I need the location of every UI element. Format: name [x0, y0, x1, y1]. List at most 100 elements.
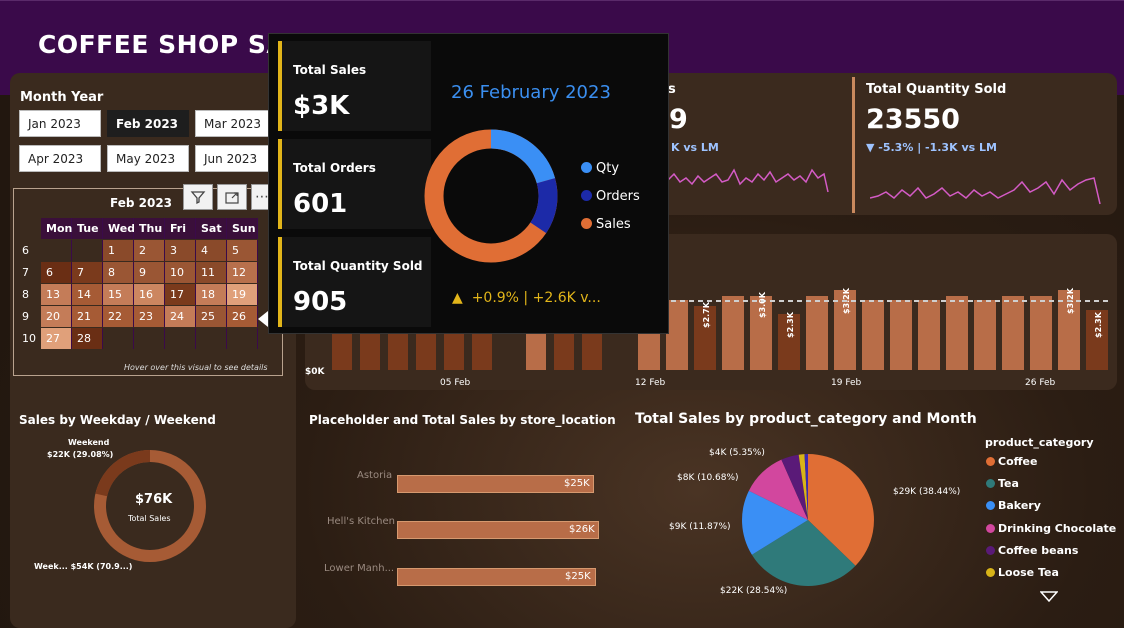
calendar-grid[interactable]: Mon Tue Wed Thu Fri Sat Sun 6 1 2 3 4 5 7 6 7 8 9 10 11 12 8 1… — [19, 218, 258, 350]
calendar-day-cell[interactable]: 16 — [134, 284, 165, 305]
calendar-week-row: 10 27 28 — [19, 328, 258, 350]
tooltip-qty-value: 905 — [293, 287, 348, 317]
calendar-day-cell[interactable]: 20 — [41, 306, 72, 327]
calendar-day-cell[interactable]: 8 — [103, 262, 134, 283]
legend-item-bakery[interactable]: Bakery — [986, 499, 1041, 512]
calendar-day-cell[interactable]: 13 — [41, 284, 72, 305]
calendar-day-cell[interactable]: 5 — [227, 240, 258, 261]
bar-label-5: $3.2K — [1066, 287, 1075, 314]
bar-label-1: $2.7K — [702, 301, 711, 328]
bar-label-3: $2.3K — [786, 311, 795, 338]
x-tick-12feb: 12 Feb — [635, 378, 666, 388]
tooltip-sales-label: Total Sales — [293, 63, 367, 77]
month-button-mar[interactable]: Mar 2023 — [195, 110, 277, 137]
legend-label: Bakery — [998, 499, 1041, 512]
calendar-day-cell[interactable]: 10 — [165, 262, 196, 283]
tooltip-card-orders: Total Orders 601 — [278, 139, 431, 229]
pie-label-tea: $22K (28.54%) — [720, 586, 788, 596]
calendar-title: Feb 2023 — [110, 196, 173, 210]
calendar-day-cell[interactable]: 24 — [165, 306, 196, 327]
calendar-day-header: Thu — [134, 218, 165, 239]
pie-label-beans: $4K (5.35%) — [709, 448, 765, 458]
weekend-slice — [95, 450, 151, 497]
store-value-astoria: $25K — [564, 478, 590, 489]
filter-icon[interactable] — [183, 184, 213, 210]
calendar-empty-cell — [165, 328, 196, 349]
month-button-may[interactable]: May 2023 — [107, 145, 189, 172]
weekday-chart-title: Sales by Weekday / Weekend — [19, 413, 216, 427]
calendar-week-number: 7 — [22, 266, 29, 279]
kpi-qty-delta: ▼ -5.3% | -1.3K vs LM — [866, 141, 997, 154]
calendar-day-cell[interactable]: 22 — [103, 306, 134, 327]
month-button-feb[interactable]: Feb 2023 — [107, 110, 189, 137]
up-triangle-icon: ▲ — [452, 290, 463, 306]
calendar-day-cell[interactable]: 21 — [72, 306, 103, 327]
legend-scroll-down-icon[interactable] — [1040, 591, 1058, 603]
calendar-week-row: 8 13 14 15 16 17 18 19 — [19, 284, 258, 306]
tooltip-card-qty: Total Quantity Sold 905 — [278, 237, 431, 327]
legend-dot — [986, 457, 995, 466]
calendar-day-cell[interactable]: 17 — [165, 284, 196, 305]
calendar-day-cell[interactable]: 14 — [72, 284, 103, 305]
store-label-astoria: Astoria — [357, 470, 393, 481]
calendar-day-header: Sun — [227, 218, 258, 239]
calendar-day-cell[interactable]: 4 — [196, 240, 227, 261]
calendar-day-cell[interactable]: 27 — [41, 328, 72, 349]
calendar-day-cell[interactable]: 2 — [134, 240, 165, 261]
legend-item-loose-tea[interactable]: Loose Tea — [986, 566, 1059, 579]
x-tick-19feb: 19 Feb — [831, 378, 862, 388]
pie-label-bakery: $9K (11.87%) — [669, 522, 731, 532]
calendar-day-cell[interactable]: 12 — [227, 262, 258, 283]
date-tooltip: Total Sales $3K Total Orders 601 Total Q… — [268, 33, 669, 334]
calendar-day-cell[interactable]: 1 — [103, 240, 134, 261]
legend-item-coffee[interactable]: Coffee — [986, 455, 1037, 468]
calendar-day-cell[interactable]: 18 — [196, 284, 227, 305]
tooltip-donut — [424, 129, 558, 263]
legend-item-tea[interactable]: Tea — [986, 477, 1019, 490]
tooltip-pointer — [258, 311, 268, 327]
kpi-orders-sparkline — [668, 168, 829, 193]
focus-mode-icon[interactable] — [217, 184, 247, 210]
legend-label: Coffee beans — [998, 544, 1079, 557]
bar-label-2: $3.0K — [758, 291, 767, 318]
calendar-day-cell[interactable]: 26 — [227, 306, 258, 327]
calendar-day-header: Tue — [72, 218, 103, 239]
calendar-day-cell[interactable]: 28 — [72, 328, 103, 349]
month-button-jun[interactable]: Jun 2023 — [195, 145, 277, 172]
calendar-day-cell[interactable]: 19 — [227, 284, 258, 305]
legend-item-chocolate[interactable]: Drinking Chocolate — [986, 522, 1116, 535]
calendar-week-number: 6 — [22, 244, 29, 257]
legend-item-coffee-beans[interactable]: Coffee beans — [986, 544, 1078, 557]
month-button-apr[interactable]: Apr 2023 — [19, 145, 101, 172]
calendar-day-cell[interactable]: 25 — [196, 306, 227, 327]
store-value-lower-manhattan: $25K — [565, 571, 591, 582]
page-title: COFFEE SHOP SA — [38, 30, 287, 59]
kpi-qty-title: Total Quantity Sold — [866, 82, 1007, 97]
kpi-orders-delta: K vs LM — [671, 141, 719, 154]
calendar-day-cell[interactable]: 15 — [103, 284, 134, 305]
calendar-day-cell[interactable]: 11 — [196, 262, 227, 283]
tooltip-orders-value: 601 — [293, 189, 348, 219]
tooltip-legend-sales: Sales — [581, 217, 631, 232]
calendar-week-number: 10 — [22, 332, 36, 345]
calendar-day-cell[interactable]: 9 — [134, 262, 165, 283]
weekday-total-label: Total Sales — [128, 514, 171, 523]
tooltip-delta: ▲ +0.9% | +2.6K v... — [452, 290, 601, 306]
calendar-day-cell[interactable]: 3 — [165, 240, 196, 261]
calendar-day-header: Wed — [103, 218, 135, 239]
month-button-jan[interactable]: Jan 2023 — [19, 110, 101, 137]
calendar-day-cell[interactable]: 23 — [134, 306, 165, 327]
calendar-header-row: Mon Tue Wed Thu Fri Sat Sun — [19, 218, 258, 240]
tooltip-orders-label: Total Orders — [293, 161, 376, 175]
calendar-day-cell[interactable]: 7 — [72, 262, 103, 283]
calendar-week-row: 7 6 7 8 9 10 11 12 — [19, 262, 258, 284]
calendar-day-cell[interactable]: 6 — [41, 262, 72, 283]
legend-label: Drinking Chocolate — [998, 522, 1117, 535]
calendar-empty-cell — [134, 328, 165, 349]
pie-label-coffee: $29K (38.44%) — [893, 487, 961, 497]
weekday-value: Week... $54K (70.9...) — [34, 562, 133, 571]
category-pie[interactable] — [738, 450, 878, 590]
tooltip-qty-label: Total Quantity Sold — [293, 259, 423, 273]
legend-dot — [986, 479, 995, 488]
tooltip-legend-orders: Orders — [581, 189, 640, 204]
